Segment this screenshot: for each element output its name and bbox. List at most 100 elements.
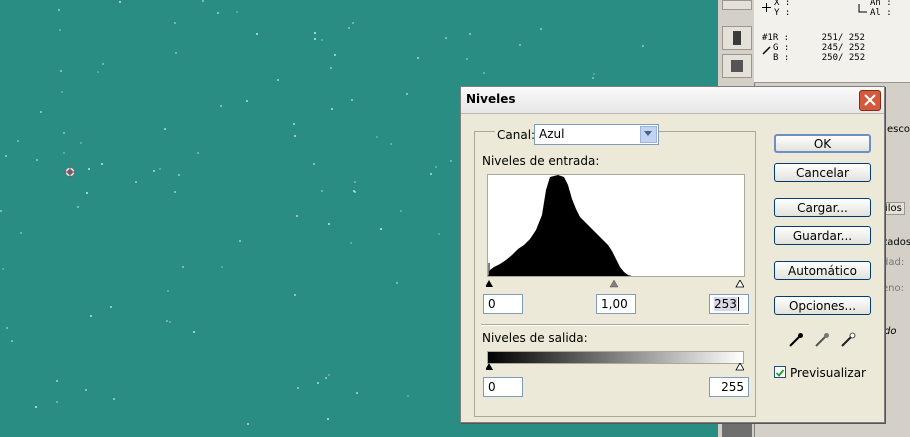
star-dot — [328, 223, 330, 225]
star-dot — [56, 380, 58, 382]
channel-select[interactable]: Azul — [534, 124, 659, 145]
star-dot — [221, 266, 223, 268]
star-dot — [354, 181, 356, 183]
star-dot — [246, 100, 248, 102]
options-button[interactable]: Opciones... — [774, 296, 871, 315]
checkmark-icon — [775, 369, 785, 377]
input-levels-slider[interactable] — [486, 280, 744, 288]
gray-eyedropper-icon[interactable] — [813, 331, 831, 349]
output-levels-slider[interactable] — [486, 363, 744, 371]
output-black-handle — [486, 363, 493, 370]
star-dot — [293, 123, 295, 125]
star-dot — [86, 192, 88, 194]
save-button[interactable]: Guardar... — [774, 226, 871, 245]
star-dot — [406, 93, 408, 95]
tool-button[interactable] — [722, 54, 752, 78]
eyedropper-icon — [762, 46, 771, 55]
load-button[interactable]: Cargar... — [774, 198, 871, 217]
star-dot — [351, 99, 353, 101]
star-dot — [178, 174, 180, 176]
star-dot — [593, 73, 595, 75]
star-dot — [445, 37, 447, 39]
star-dot — [390, 143, 392, 145]
star-dot — [317, 382, 319, 384]
star-dot — [396, 282, 398, 284]
star-dot — [435, 166, 437, 168]
tool-button[interactable] — [722, 0, 752, 10]
star-dot — [58, 9, 60, 11]
tool-button[interactable] — [722, 26, 752, 50]
channel-value: Azul — [539, 127, 565, 141]
side-fragment-text: esco — [887, 124, 910, 135]
close-button[interactable] — [859, 90, 881, 111]
black-point-handle — [486, 280, 493, 287]
cancel-button[interactable]: Cancelar — [774, 163, 871, 182]
black-eyedropper-icon[interactable] — [787, 331, 805, 349]
info-g-line: G : 245/ 252 — [773, 43, 866, 53]
histogram — [487, 174, 745, 277]
ok-button[interactable]: OK — [774, 134, 871, 153]
preview-label[interactable]: Previsualizar — [790, 366, 866, 380]
star-dot — [6, 327, 8, 329]
input-gamma-field[interactable]: 1,00 — [596, 294, 636, 314]
star-dot — [182, 266, 184, 268]
output-black-field[interactable]: 0 — [483, 377, 523, 397]
output-white-field[interactable]: 255 — [709, 377, 749, 397]
auto-button[interactable]: Automático — [774, 261, 871, 280]
star-dot — [193, 331, 195, 333]
input-white-value: 253 — [714, 297, 737, 311]
close-icon — [864, 94, 876, 106]
scale-icon — [733, 31, 741, 45]
star-dot — [175, 52, 177, 54]
star-dot — [113, 398, 115, 400]
star-dot — [2, 268, 4, 270]
dialog-title: Niveles — [466, 92, 516, 106]
star-dot — [466, 58, 468, 60]
star-dot — [101, 163, 103, 165]
star-dot — [56, 401, 58, 403]
star-dot — [167, 290, 169, 292]
info-width-label: An : — [870, 0, 892, 8]
star-dot — [174, 191, 176, 193]
star-dot — [430, 173, 432, 175]
layers-icon — [731, 60, 743, 72]
side-fragment-text: dad: — [882, 257, 905, 268]
star-dot — [239, 240, 241, 242]
input-white-field[interactable]: 253 — [709, 294, 749, 314]
star-dot — [297, 387, 299, 389]
star-dot — [334, 54, 336, 56]
star-dot — [277, 79, 279, 81]
star-dot — [376, 136, 378, 138]
star-dot — [88, 168, 90, 170]
dialog-titlebar[interactable]: Niveles — [461, 87, 884, 114]
star-dot — [174, 22, 176, 24]
input-black-field[interactable]: 0 — [483, 294, 523, 314]
star-dot — [63, 152, 65, 154]
star-dot — [80, 142, 82, 144]
chevron-down-icon[interactable] — [640, 126, 657, 143]
star-dot — [59, 29, 61, 31]
star-dot — [169, 321, 171, 323]
star-dot — [314, 38, 316, 40]
star-dot — [325, 377, 327, 379]
star-dot — [202, 0, 204, 2]
white-point-handle — [735, 280, 744, 288]
star-dot — [407, 395, 409, 397]
crosshair-icon — [762, 3, 771, 12]
preview-checkbox[interactable] — [774, 366, 786, 378]
star-dot — [352, 22, 354, 24]
star-dot — [294, 135, 296, 137]
star-dot — [110, 306, 112, 308]
star-dot — [380, 228, 382, 230]
star-dot — [20, 232, 22, 234]
info-r-line: #1R : 251/ 252 — [762, 33, 865, 43]
output-levels-label: Niveles de salida: — [482, 331, 588, 345]
input-levels-label: Niveles de entrada: — [482, 154, 600, 168]
white-eyedropper-icon[interactable] — [839, 331, 857, 349]
star-dot — [247, 423, 249, 425]
star-dot — [350, 242, 352, 244]
star-dot — [217, 12, 219, 14]
info-b-line: B : 250/ 252 — [773, 53, 866, 63]
star-dot — [85, 389, 87, 391]
levels-dialog: Niveles Canal: Azul Niveles de entrada: … — [460, 86, 885, 423]
